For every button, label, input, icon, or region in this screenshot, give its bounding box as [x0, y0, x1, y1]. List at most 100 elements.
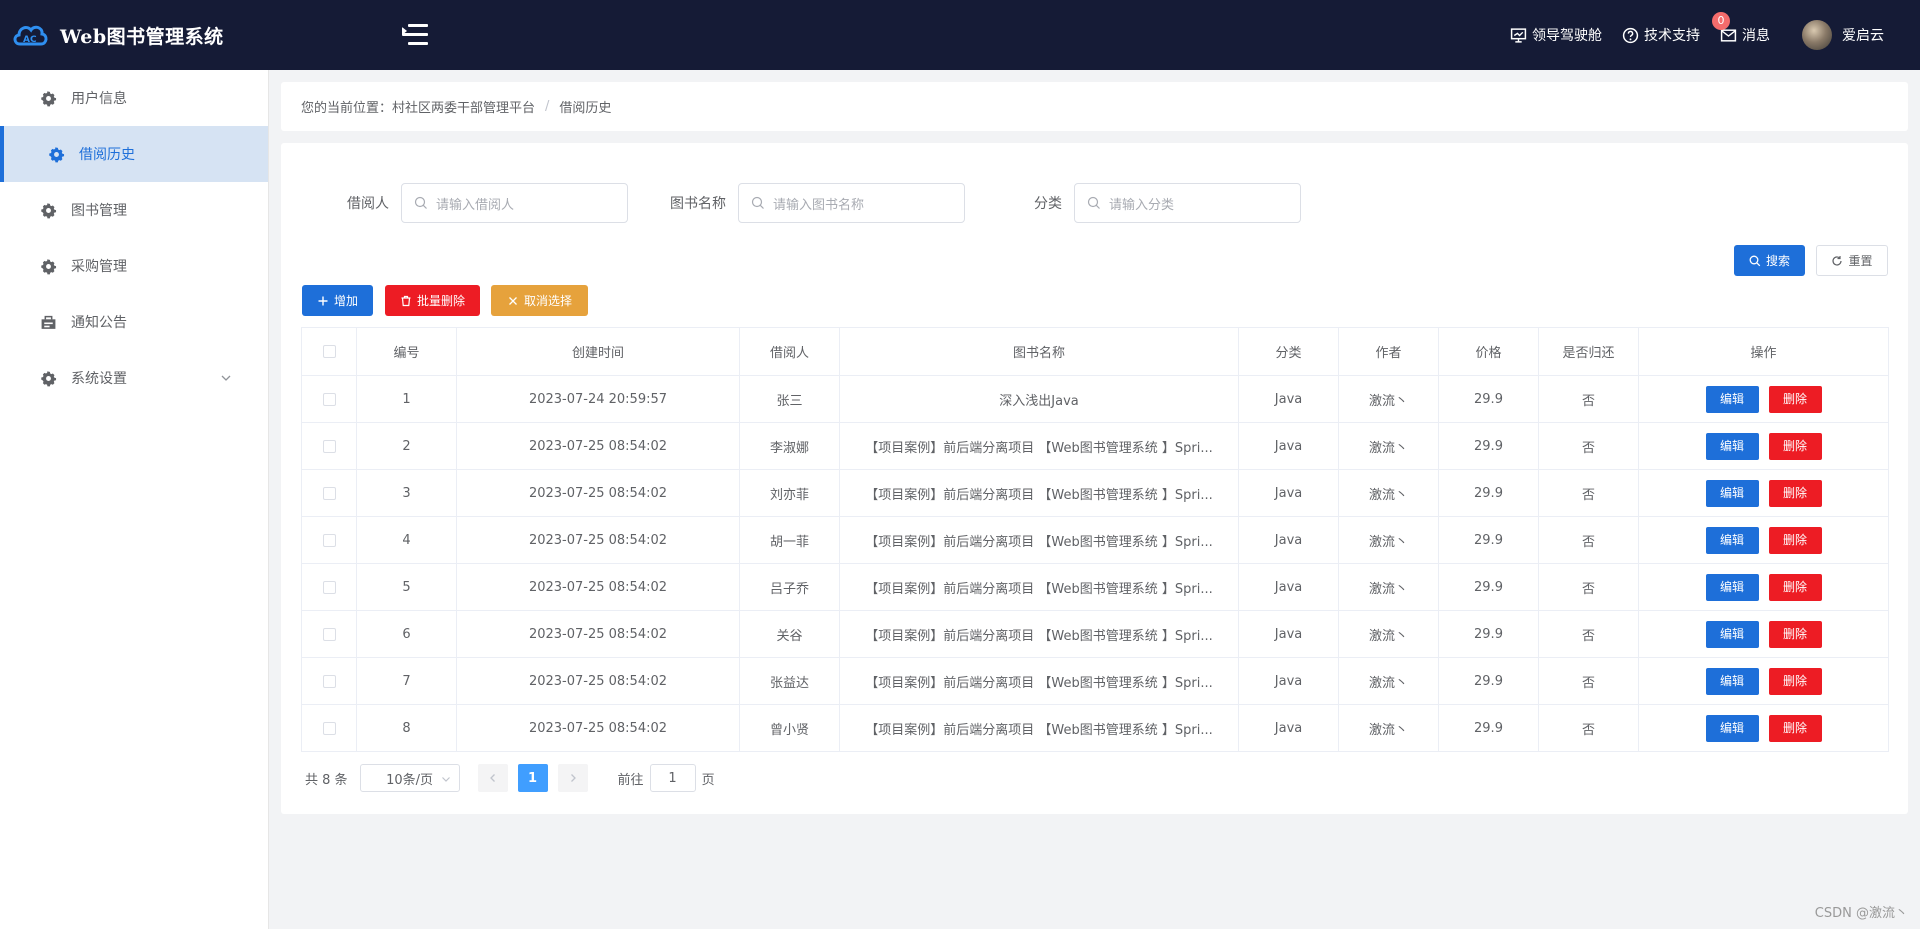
- cell-returned: 否: [1538, 469, 1639, 517]
- sidebar-item-borrow-history[interactable]: 借阅历史: [0, 126, 268, 182]
- messages-link[interactable]: 0 消息: [1712, 12, 1770, 45]
- row-checkbox[interactable]: [322, 627, 336, 641]
- cell-id: 7: [356, 657, 457, 705]
- edit-button[interactable]: 编辑: [1705, 667, 1759, 695]
- sidebar: 用户信息 借阅历史 图书管理 采购管理 通知公告 系统设置: [0, 70, 269, 929]
- sidebar-toggle-button[interactable]: [402, 24, 428, 46]
- edit-button[interactable]: 编辑: [1705, 526, 1759, 554]
- row-select-cell[interactable]: [301, 422, 357, 470]
- tech-support-link[interactable]: 技术支持: [1622, 25, 1700, 45]
- row-checkbox[interactable]: [322, 486, 336, 500]
- cell-book: 【项目案例】前后端分离项目 【Web图书管理系统 】Spri...: [839, 516, 1239, 564]
- header-right: 领导驾驶舱 技术支持 0 消息 爱启云: [1490, 0, 1884, 70]
- delete-button[interactable]: 删除: [1768, 714, 1822, 742]
- username[interactable]: 爱启云: [1842, 25, 1884, 45]
- delete-button[interactable]: 删除: [1768, 667, 1822, 695]
- chevron-down-icon: [441, 777, 450, 782]
- delete-button[interactable]: 删除: [1768, 479, 1822, 507]
- breadcrumb-current: 借阅历史: [559, 101, 612, 116]
- edit-button[interactable]: 编辑: [1705, 573, 1759, 601]
- delete-button[interactable]: 删除: [1768, 573, 1822, 601]
- cell-id: 1: [356, 375, 457, 423]
- row-select-cell[interactable]: [301, 375, 357, 423]
- cell-author: 激流丶: [1338, 563, 1439, 611]
- add-button[interactable]: 增加: [302, 285, 373, 316]
- row-select-cell[interactable]: [301, 516, 357, 564]
- next-page-button[interactable]: [557, 764, 588, 792]
- book-filter-label: 图书名称: [670, 196, 726, 212]
- search-icon: [1087, 196, 1100, 209]
- row-select-cell[interactable]: [301, 704, 357, 752]
- notice-board-icon: [41, 315, 56, 329]
- gear-icon: [41, 202, 57, 218]
- edit-button[interactable]: 编辑: [1705, 620, 1759, 648]
- monitor-icon: [1510, 27, 1527, 43]
- row-select-cell[interactable]: [301, 610, 357, 658]
- edit-button[interactable]: 编辑: [1705, 385, 1759, 413]
- row-select-cell[interactable]: [301, 563, 357, 611]
- cell-category: Java: [1238, 657, 1339, 705]
- column-header: 作者: [1338, 327, 1439, 376]
- borrower-filter: 借阅人 请输入借阅人: [347, 183, 628, 223]
- cell-actions: 编辑 删除: [1638, 516, 1889, 564]
- cancel-selection-label: 取消选择: [523, 294, 572, 308]
- select-all-cell[interactable]: [301, 327, 357, 376]
- prev-page-button[interactable]: [477, 764, 508, 792]
- leader-cockpit-link[interactable]: 领导驾驶舱: [1510, 25, 1602, 45]
- cell-author: 激流丶: [1338, 469, 1439, 517]
- edit-button[interactable]: 编辑: [1705, 479, 1759, 507]
- edit-button[interactable]: 编辑: [1705, 432, 1759, 460]
- gear-icon: [41, 90, 57, 106]
- cell-returned: 否: [1538, 375, 1639, 423]
- batch-delete-button[interactable]: 批量删除: [385, 285, 480, 316]
- row-checkbox[interactable]: [322, 674, 336, 688]
- row-checkbox[interactable]: [322, 580, 336, 594]
- row-checkbox[interactable]: [322, 533, 336, 547]
- cell-category: Java: [1238, 563, 1339, 611]
- row-select-cell[interactable]: [301, 469, 357, 517]
- delete-button[interactable]: 删除: [1768, 385, 1822, 413]
- select-all-checkbox[interactable]: [322, 345, 336, 358]
- cell-book: 深入浅出Java: [839, 375, 1239, 423]
- page-number-current[interactable]: 1: [517, 764, 548, 792]
- sidebar-item-notice[interactable]: 通知公告: [0, 294, 268, 350]
- sidebar-item-system-settings[interactable]: 系统设置: [0, 350, 268, 406]
- breadcrumb-root[interactable]: 村社区两委干部管理平台: [392, 97, 535, 116]
- edit-button[interactable]: 编辑: [1705, 714, 1759, 742]
- sidebar-item-user-info[interactable]: 用户信息: [0, 70, 268, 126]
- delete-button[interactable]: 删除: [1768, 432, 1822, 460]
- delete-button[interactable]: 删除: [1768, 620, 1822, 648]
- search-button[interactable]: 搜索: [1734, 245, 1805, 276]
- sidebar-item-book-management[interactable]: 图书管理: [0, 182, 268, 238]
- chevron-left-icon: [489, 774, 495, 782]
- row-select-cell[interactable]: [301, 657, 357, 705]
- watermark: CSDN @激流丶: [1814, 906, 1908, 921]
- tech-support-label: 技术支持: [1644, 28, 1700, 44]
- avatar[interactable]: [1802, 20, 1832, 50]
- breadcrumb-prefix: 您的当前位置：: [301, 101, 393, 116]
- page-size-select[interactable]: 10条/页: [359, 764, 460, 792]
- category-input[interactable]: 请输入分类: [1074, 183, 1301, 223]
- reset-button[interactable]: 重置: [1816, 245, 1888, 276]
- chevron-down-icon[interactable]: [220, 372, 232, 384]
- row-checkbox[interactable]: [322, 439, 336, 453]
- cell-price: 29.9: [1438, 610, 1539, 658]
- messages-label: 消息: [1742, 28, 1770, 44]
- row-checkbox[interactable]: [322, 721, 336, 735]
- book-name-input[interactable]: 请输入图书名称: [738, 183, 965, 223]
- cell-time: 2023-07-25 08:54:02: [456, 563, 740, 611]
- borrower-input[interactable]: 请输入借阅人: [401, 183, 628, 223]
- table-row: 1 2023-07-24 20:59:57 张三 深入浅出Java Java 激流丶 29.…: [301, 375, 1889, 423]
- goto-page-input[interactable]: 1: [649, 764, 696, 792]
- logo[interactable]: AC Web图书管理系统: [12, 20, 392, 50]
- sidebar-item-purchase-management[interactable]: 采购管理: [0, 238, 268, 294]
- sidebar-item-label: 通知公告: [71, 315, 127, 331]
- cell-time: 2023-07-25 08:54:02: [456, 657, 740, 705]
- delete-button[interactable]: 删除: [1768, 526, 1822, 554]
- cell-borrower: 关谷: [739, 610, 840, 658]
- cell-price: 29.9: [1438, 516, 1539, 564]
- main-panel: 借阅人 请输入借阅人 图书名称 请输入图书名称 分类 请输入分类 搜索 重置 增…: [281, 143, 1908, 814]
- app-title: Web图书管理系统: [60, 25, 224, 48]
- cancel-selection-button[interactable]: 取消选择: [491, 285, 588, 316]
- row-checkbox[interactable]: [322, 392, 336, 406]
